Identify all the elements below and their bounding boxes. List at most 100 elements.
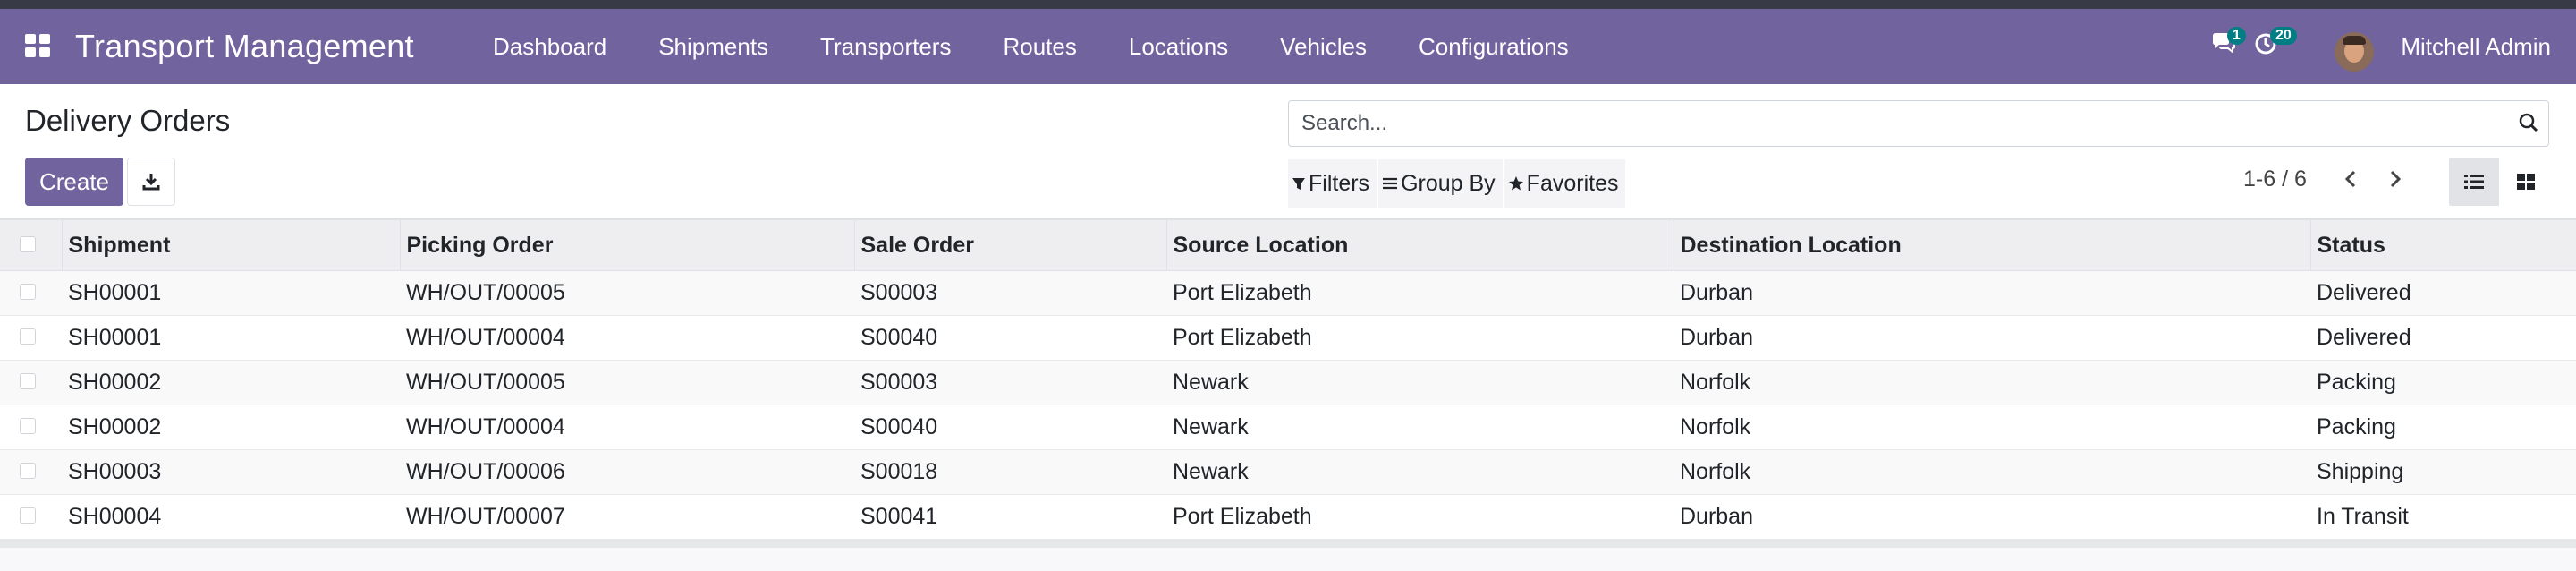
cell-source-location[interactable]: Newark (1166, 449, 1674, 495)
cell-status[interactable]: In Transit (2310, 494, 2576, 540)
top-navbar: Transport Management Dashboard Shipments… (0, 9, 2576, 84)
search-input[interactable] (1300, 110, 2493, 137)
cell-destination-location[interactable]: Norfolk (1674, 405, 2310, 450)
cell-sale-order[interactable]: S00040 (854, 315, 1166, 361)
groupby-label: Group By (1401, 170, 1496, 196)
column-header-shipment[interactable]: Shipment (62, 219, 401, 271)
cell-shipment[interactable]: SH00002 (62, 360, 400, 405)
page-title: Delivery Orders (25, 104, 231, 137)
cell-destination-location[interactable]: Durban (1674, 270, 2310, 316)
cell-source-location[interactable]: Newark (1166, 405, 1674, 450)
messages-button[interactable]: 1 (2211, 27, 2246, 61)
avatar-hair (2343, 36, 2366, 45)
pager-next-button[interactable] (2386, 168, 2404, 194)
cell-sale-order[interactable]: S00041 (854, 494, 1166, 540)
row-checkbox[interactable] (20, 328, 36, 345)
select-all-checkbox[interactable] (20, 235, 36, 252)
delivery-orders-table: Shipment Picking Order Sale Order Source… (0, 219, 2576, 540)
cell-status[interactable]: Delivered (2310, 315, 2576, 361)
cell-status[interactable]: Packing (2310, 360, 2576, 405)
table-row[interactable]: SH00001 WH/OUT/00004 S00040 Port Elizabe… (0, 315, 2576, 361)
search-bar (1288, 100, 2549, 147)
kanban-view-button[interactable] (2501, 158, 2551, 206)
activities-count-badge: 20 (2270, 27, 2297, 45)
column-header-source-location[interactable]: Source Location (1166, 219, 1674, 271)
activities-button[interactable]: 20 (2254, 27, 2297, 61)
favorites-label: Favorites (1526, 170, 1619, 196)
apps-menu-icon[interactable] (25, 34, 52, 59)
pager-value[interactable]: 1-6 / 6 (2243, 166, 2307, 192)
cell-sale-order[interactable]: S00003 (854, 360, 1166, 405)
menu-shipments[interactable]: Shipments (632, 9, 794, 84)
cell-sale-order[interactable]: S00018 (854, 449, 1166, 495)
row-checkbox[interactable] (20, 507, 36, 524)
cell-source-location[interactable]: Port Elizabeth (1166, 270, 1674, 316)
cell-status[interactable]: Packing (2310, 405, 2576, 450)
create-button[interactable]: Create (25, 158, 123, 206)
cell-shipment[interactable]: SH00004 (62, 494, 400, 540)
cell-sale-order[interactable]: S00040 (854, 405, 1166, 450)
menu-locations[interactable]: Locations (1103, 9, 1254, 84)
cell-source-location[interactable]: Port Elizabeth (1166, 315, 1674, 361)
bars-icon (1383, 177, 1398, 190)
table-row[interactable]: SH00002 WH/OUT/00005 S00003 Newark Norfo… (0, 360, 2576, 405)
cell-shipment[interactable]: SH00003 (62, 449, 400, 495)
chevron-left-icon (2344, 170, 2356, 188)
favorites-toggle[interactable]: Favorites (1504, 159, 1626, 208)
user-menu[interactable]: Mitchell Admin (2401, 9, 2551, 84)
window-top-strip (0, 0, 2576, 9)
download-icon (142, 174, 160, 191)
cell-picking-order[interactable]: WH/OUT/00007 (400, 494, 854, 540)
cell-destination-location[interactable]: Norfolk (1674, 360, 2310, 405)
app-brand[interactable]: Transport Management (75, 9, 414, 84)
table-row[interactable]: SH00002 WH/OUT/00004 S00040 Newark Norfo… (0, 405, 2576, 450)
search-options: Filters Group By Favorites (1288, 159, 1627, 208)
column-header-status[interactable]: Status (2310, 219, 2576, 271)
cell-picking-order[interactable]: WH/OUT/00006 (400, 449, 854, 495)
row-checkbox[interactable] (20, 284, 36, 300)
column-header-picking-order[interactable]: Picking Order (400, 219, 855, 271)
menu-dashboard[interactable]: Dashboard (493, 9, 632, 84)
cell-destination-location[interactable]: Durban (1674, 315, 2310, 361)
row-checkbox[interactable] (20, 418, 36, 434)
row-checkbox[interactable] (20, 373, 36, 389)
cell-shipment[interactable]: SH00001 (62, 270, 400, 316)
systray: 1 20 Mitchell Admin (2039, 9, 2576, 84)
menu-configurations[interactable]: Configurations (1393, 9, 1595, 84)
table-row[interactable]: SH00003 WH/OUT/00006 S00018 Newark Norfo… (0, 449, 2576, 495)
cell-destination-location[interactable]: Norfolk (1674, 449, 2310, 495)
list-view-button[interactable] (2449, 158, 2499, 206)
cell-shipment[interactable]: SH00002 (62, 405, 400, 450)
menu-vehicles[interactable]: Vehicles (1254, 9, 1393, 84)
table-footer (0, 540, 2576, 548)
pager-previous-button[interactable] (2342, 168, 2360, 194)
menu-routes[interactable]: Routes (977, 9, 1102, 84)
column-header-sale-order[interactable]: Sale Order (854, 219, 1167, 271)
table-row[interactable]: SH00001 WH/OUT/00005 S00003 Port Elizabe… (0, 270, 2576, 316)
chevron-right-icon (2390, 170, 2402, 188)
main-menu: Dashboard Shipments Transporters Routes … (493, 9, 1595, 84)
cell-picking-order[interactable]: WH/OUT/00005 (400, 270, 854, 316)
row-checkbox[interactable] (20, 463, 36, 479)
cell-source-location[interactable]: Newark (1166, 360, 1674, 405)
filters-label: Filters (1309, 170, 1370, 196)
export-button[interactable] (127, 158, 175, 206)
user-avatar[interactable] (2334, 32, 2374, 72)
search-icon[interactable] (2518, 112, 2539, 133)
cell-status[interactable]: Delivered (2310, 270, 2576, 316)
star-icon (1508, 176, 1523, 191)
column-header-destination-location[interactable]: Destination Location (1674, 219, 2311, 271)
cell-sale-order[interactable]: S00003 (854, 270, 1166, 316)
cell-shipment[interactable]: SH00001 (62, 315, 400, 361)
cell-destination-location[interactable]: Durban (1674, 494, 2310, 540)
cell-picking-order[interactable]: WH/OUT/00004 (400, 315, 854, 361)
menu-transporters[interactable]: Transporters (794, 9, 977, 84)
cell-source-location[interactable]: Port Elizabeth (1166, 494, 1674, 540)
filters-toggle[interactable]: Filters (1288, 159, 1377, 208)
table-row[interactable]: SH00004 WH/OUT/00007 S00041 Port Elizabe… (0, 494, 2576, 540)
messages-count-badge: 1 (2227, 27, 2246, 45)
cell-picking-order[interactable]: WH/OUT/00005 (400, 360, 854, 405)
cell-picking-order[interactable]: WH/OUT/00004 (400, 405, 854, 450)
groupby-toggle[interactable]: Group By (1378, 159, 1503, 208)
cell-status[interactable]: Shipping (2310, 449, 2576, 495)
